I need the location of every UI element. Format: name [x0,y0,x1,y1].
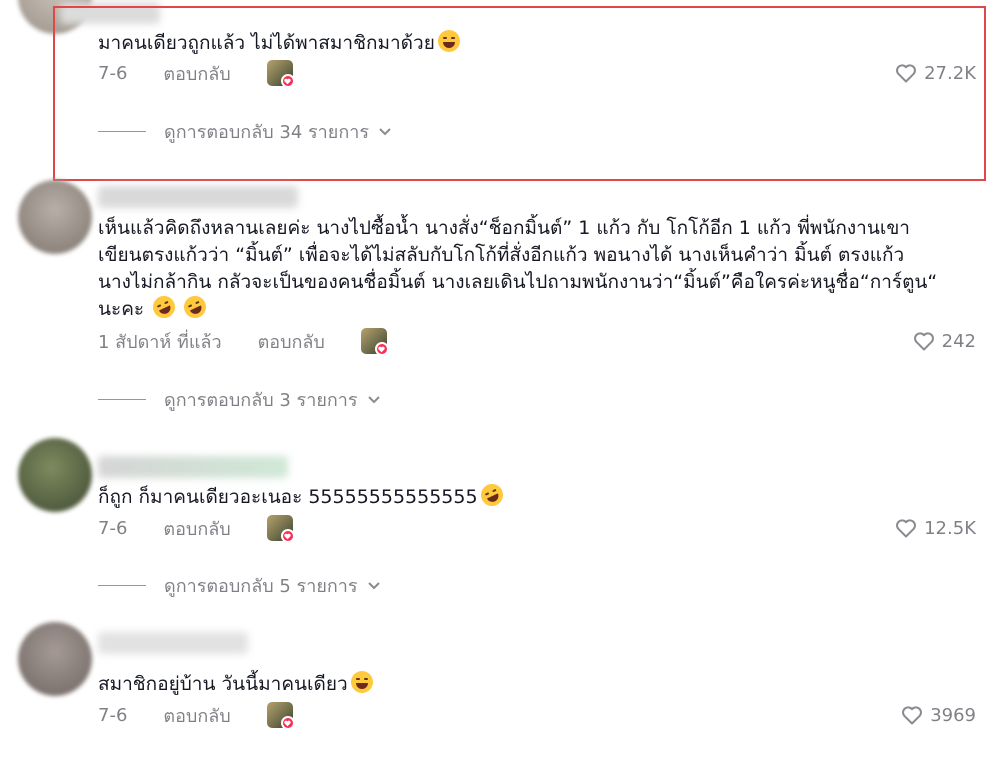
comment-text: เห็นแล้วคิดถึงหลานเลยค่ะ นางไปซื้อน้ำ นา… [98,215,937,323]
reply-button[interactable]: ตอบกลับ [163,59,230,88]
view-replies-label: ดูการตอบกลับ 3 รายการ [164,389,358,411]
heart-badge-icon [280,716,293,728]
like-button[interactable]: 3969 [900,703,976,727]
comment-line: เขียนตรงแก้วว่า “มิ้นต์” เพื่อจะได้ไม่สล… [98,244,905,266]
view-replies-label: ดูการตอบกลับ 5 รายการ [164,575,358,597]
view-replies-button[interactable]: ดูการตอบกลับ 5 รายการ [98,571,382,599]
rolling-on-floor-laughing-emoji [149,292,179,322]
comment-meta: 7-6 ตอบกลับ 27.2K [98,59,976,87]
comment-text-content: สมาชิกอยู่บ้าน วันนี้มาคนเดียว [98,673,348,695]
commenter-avatar[interactable] [18,622,92,696]
comment-date: 1 สัปดาห์ ที่แล้ว [98,331,222,353]
cutoff-fade [98,755,378,767]
reply-button[interactable]: ตอบกลับ [163,514,230,543]
commenter-name-blurred[interactable] [60,2,160,24]
commenter-avatar[interactable] [18,438,92,512]
chevron-down-icon [379,128,391,136]
comment-text: สมาชิกอยู่บ้าน วันนี้มาคนเดียว [98,671,373,698]
commenter-name-blurred[interactable] [98,186,298,208]
comment-meta: 1 สัปดาห์ ที่แล้ว ตอบกลับ 242 [98,327,976,355]
comment-date: 7-6 [98,517,128,539]
rolling-on-floor-laughing-emoji [476,480,507,510]
view-replies-button[interactable]: ดูการตอบกลับ 34 รายการ [98,117,393,145]
divider-line [98,130,146,132]
comment-date: 7-6 [98,704,128,726]
comment-text-content: ก็ถูก ก็มาคนเดียวอะเนอะ 55555555555555 [98,486,478,508]
heart-outline-icon [896,64,917,83]
creator-liked-avatar [266,515,293,541]
heart-outline-icon [896,519,917,538]
heart-badge-icon [280,529,293,541]
comment-date: 7-6 [98,62,128,84]
like-count: 242 [941,330,976,352]
reply-button[interactable]: ตอบกลับ [258,327,325,356]
rolling-on-floor-laughing-emoji [180,292,210,322]
comment-line: เห็นแล้วคิดถึงหลานเลยค่ะ นางไปซื้อน้ำ นา… [98,217,910,239]
heart-badge-icon [280,74,293,86]
chevron-down-icon [367,396,380,404]
commenter-name-blurred[interactable] [98,632,248,654]
reply-button[interactable]: ตอบกลับ [163,701,230,730]
comment-line-last: นะคะ [98,292,937,323]
like-button[interactable]: 12.5K [894,516,976,540]
comment-line: นางไม่กล้ากิน กลัวจะเป็นของคนชื่อมิ้นต์ … [98,271,938,293]
like-count: 27.2K [924,62,976,84]
creator-liked-avatar [266,60,293,86]
commenter-avatar[interactable] [18,180,92,254]
divider-line [98,398,146,400]
heart-outline-icon [913,332,934,351]
heart-outline-icon [902,706,923,725]
tears-of-joy-emoji [437,30,460,52]
view-replies-label: ดูการตอบกลับ 34 รายการ [164,121,369,143]
commenter-name-blurred[interactable] [98,456,288,478]
tears-of-joy-emoji [350,671,373,693]
view-replies-button[interactable]: ดูการตอบกลับ 3 รายการ [98,385,382,413]
comment-meta: 7-6 ตอบกลับ 3969 [98,701,976,729]
like-count: 3969 [930,704,976,726]
like-button[interactable]: 27.2K [894,61,976,85]
heart-badge-icon [374,342,387,354]
like-count: 12.5K [924,517,976,539]
comment-text-content: มาคนเดียวถูกแล้ว ไม่ได้พาสมาชิกมาด้วย [98,32,435,54]
comment-text: ก็ถูก ก็มาคนเดียวอะเนอะ 55555555555555 [98,480,507,511]
comment-meta: 7-6 ตอบกลับ 12.5K [98,514,976,542]
divider-line [98,584,146,586]
creator-liked-avatar [266,702,293,728]
creator-liked-avatar [360,328,387,354]
comment-line-text: นะคะ [98,298,145,320]
chevron-down-icon [367,582,380,590]
comment-text: มาคนเดียวถูกแล้ว ไม่ได้พาสมาชิกมาด้วย [98,30,460,57]
like-button[interactable]: 242 [912,329,976,353]
